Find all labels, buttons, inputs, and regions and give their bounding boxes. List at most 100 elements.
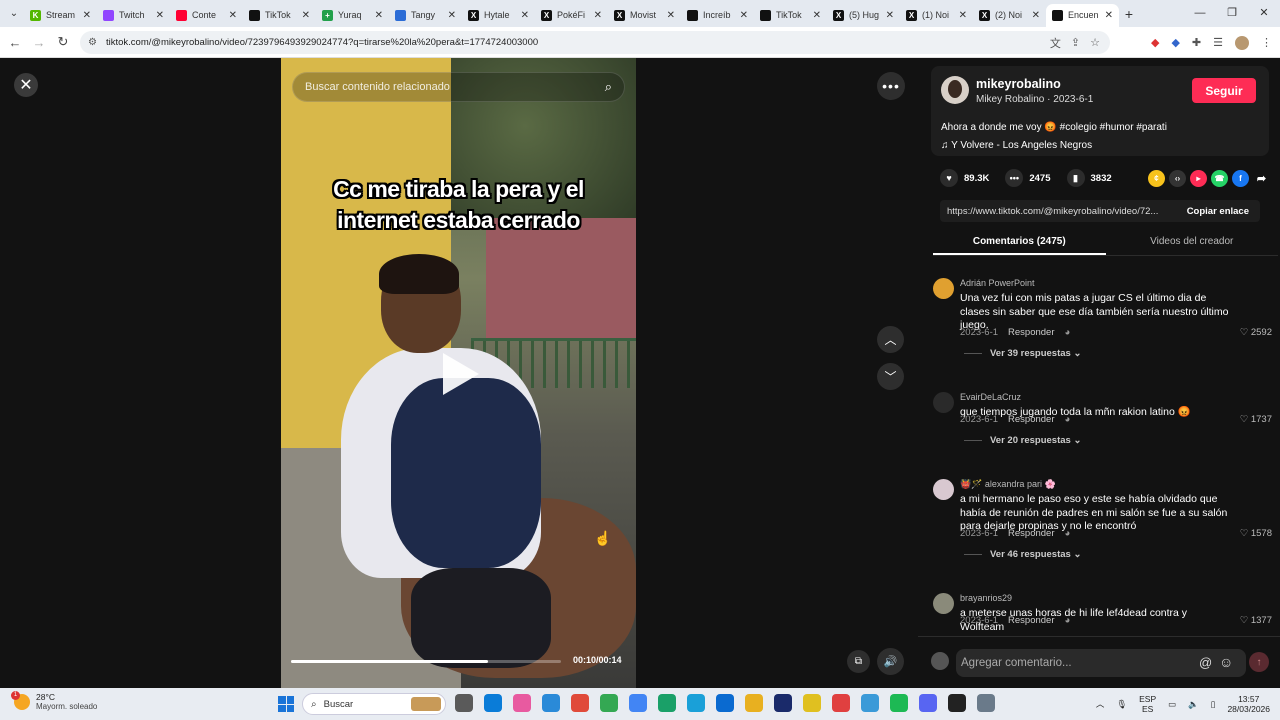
view-replies-button[interactable]: Ver 39 respuestas ⌄ <box>964 348 1081 359</box>
close-window-icon[interactable]: ✕ <box>1248 0 1280 27</box>
commenter-avatar[interactable] <box>933 593 954 614</box>
minimize-icon[interactable]: — <box>1184 0 1216 27</box>
commenter-name[interactable]: Adrián PowerPoint <box>960 278 1035 288</box>
tab-close-icon[interactable]: ✕ <box>375 10 383 21</box>
taskbar-app-icon[interactable] <box>687 694 705 712</box>
commenter-name[interactable]: brayanrios29 <box>960 593 1012 603</box>
new-tab-button[interactable]: + <box>1119 6 1139 22</box>
related-search-box[interactable]: ⌕ <box>292 72 625 102</box>
commenter-name[interactable]: EvairDeLaCruz <box>960 392 1021 402</box>
coin-icon[interactable]: ¢ <box>1148 169 1165 187</box>
taskbar-app-icon[interactable] <box>745 694 763 712</box>
comment-like[interactable]: ♡ 1377 <box>1240 615 1272 626</box>
commenter-avatar[interactable] <box>933 278 954 299</box>
play-icon[interactable] <box>443 353 479 395</box>
commenter-avatar[interactable] <box>933 479 954 500</box>
tab-close-icon[interactable]: ✕ <box>83 10 91 21</box>
taskbar-app-icon[interactable] <box>890 694 908 712</box>
browser-tab[interactable]: Tangy ✕ <box>389 4 462 27</box>
video-progress-bar[interactable] <box>291 660 561 663</box>
reload-icon[interactable]: ↻ <box>51 34 75 50</box>
clock[interactable]: 13:57 28/03/2026 <box>1227 694 1270 714</box>
embed-code-icon[interactable]: ‹› <box>1169 169 1186 187</box>
taskbar-app-icon[interactable] <box>803 694 821 712</box>
taskbar-app-icon[interactable] <box>832 694 850 712</box>
save-action[interactable]: ▮ 3832 <box>1066 169 1112 187</box>
video-player[interactable]: ⌕ Cc me tiraba la pera y el internet est… <box>281 58 636 688</box>
share-forward-icon[interactable]: ➦ <box>1253 170 1270 187</box>
tab-close-icon[interactable]: ✕ <box>740 10 748 21</box>
tab-close-icon[interactable]: ✕ <box>156 10 164 21</box>
share-link-url[interactable]: https://www.tiktok.com/@mikeyrobalino/vi… <box>940 206 1176 217</box>
browser-tab[interactable]: X PokéFi ✕ <box>535 4 608 27</box>
reply-button[interactable]: Responder <box>1008 414 1054 425</box>
music-track[interactable]: ♫ Y Volvere - Los Angeles Negros <box>941 140 1092 151</box>
tab-close-icon[interactable]: ✕ <box>448 10 456 21</box>
emoji-icon[interactable]: ☺ <box>1219 654 1233 670</box>
copy-link-button[interactable]: Copiar enlace <box>1176 206 1260 217</box>
heart-icon[interactable]: ♥ <box>940 169 958 187</box>
like-action[interactable]: ♥ 89.3K <box>940 169 989 187</box>
input-language[interactable]: ESP ES <box>1139 694 1156 714</box>
taskbar-app-icon[interactable] <box>571 694 589 712</box>
send-comment-button[interactable]: ↑ <box>1249 652 1269 672</box>
back-icon[interactable]: ← <box>3 35 27 50</box>
extensions-puzzle-icon[interactable]: ✚ <box>1192 36 1201 49</box>
forward-icon[interactable]: → <box>27 35 51 50</box>
comment-action[interactable]: ••• 2475 <box>1005 169 1051 187</box>
tab-comments[interactable]: Comentarios (2475) <box>933 228 1106 255</box>
mini-player-icon[interactable]: ⧉ <box>847 650 870 673</box>
view-replies-button[interactable]: Ver 20 respuestas ⌄ <box>964 435 1081 446</box>
comment-like[interactable]: ♡ 1737 <box>1240 414 1272 425</box>
reply-button[interactable]: Responder <box>1008 615 1054 626</box>
comment-like[interactable]: ♡ 1578 <box>1240 528 1272 539</box>
browser-tab[interactable]: TikTok ✕ <box>243 4 316 27</box>
creator-username[interactable]: mikeyrobalino <box>976 77 1061 91</box>
browser-tab[interactable]: Increíb ✕ <box>681 4 754 27</box>
more-options-button[interactable]: ••• <box>877 72 905 100</box>
follow-button[interactable]: Seguir <box>1192 78 1256 103</box>
install-app-icon[interactable]: ⇪ <box>1071 36 1080 49</box>
taskbar-app-icon[interactable] <box>774 694 792 712</box>
comments-list[interactable]: Adrián PowerPoint Una vez fui con mis pat… <box>918 266 1280 636</box>
browser-tab[interactable]: X Movist ✕ <box>608 4 681 27</box>
profile-avatar[interactable] <box>1235 35 1249 50</box>
view-replies-button[interactable]: Ver 46 respuestas ⌄ <box>964 549 1081 560</box>
taskbar-app-icon[interactable] <box>861 694 879 712</box>
taskbar-app-icon[interactable] <box>629 694 647 712</box>
tab-search-menu-icon[interactable]: ⌄ <box>4 4 24 24</box>
taskbar-app-icon[interactable] <box>484 694 502 712</box>
browser-tab[interactable]: X (1) Noi ✕ <box>900 4 973 27</box>
next-video-chevron-down-icon[interactable]: ﹀ <box>877 363 904 390</box>
browser-tab[interactable]: TikTok ✕ <box>754 4 827 27</box>
tab-close-icon[interactable]: ✕ <box>886 10 894 21</box>
close-video-button[interactable]: ✕ <box>14 73 38 97</box>
url-bar[interactable]: ⚙ tiktok.com/@mikeyrobalino/video/723979… <box>80 31 1110 54</box>
microphone-icon[interactable]: 🎙 <box>1116 699 1127 710</box>
taskbar-app-icon[interactable] <box>716 694 734 712</box>
taskbar-app-icon[interactable] <box>919 694 937 712</box>
tab-close-icon[interactable]: ✕ <box>229 10 237 21</box>
search-icon[interactable]: ⌕ <box>605 79 612 95</box>
tab-close-icon[interactable]: ✕ <box>1105 10 1113 21</box>
tab-close-icon[interactable]: ✕ <box>521 10 529 21</box>
comment-icon[interactable]: ••• <box>1005 169 1024 187</box>
volume-icon[interactable]: 🔊 <box>877 648 904 675</box>
browser-tab[interactable]: X Hytale ✕ <box>462 4 535 27</box>
battery-icon[interactable]: ▯ <box>1211 699 1216 710</box>
weather-widget[interactable]: 1 28°C Mayorm. soleado <box>11 690 97 711</box>
browser-tab[interactable]: X (2) Noi ✕ <box>973 4 1046 27</box>
facebook-icon[interactable]: f <box>1232 169 1249 187</box>
tab-close-icon[interactable]: ✕ <box>813 10 821 21</box>
taskbar-app-icon[interactable] <box>455 694 473 712</box>
browser-tab[interactable]: Twitch ✕ <box>97 4 170 27</box>
taskbar-app-icon[interactable] <box>948 694 966 712</box>
reading-list-icon[interactable]: ☰ <box>1213 36 1223 49</box>
reply-button[interactable]: Responder <box>1008 327 1054 338</box>
tab-close-icon[interactable]: ✕ <box>1032 10 1040 21</box>
taskbar-app-icon[interactable] <box>658 694 676 712</box>
bookmark-star-icon[interactable]: ☆ <box>1090 36 1100 49</box>
extension-icon[interactable]: ◆ <box>1171 36 1179 49</box>
tab-close-icon[interactable]: ✕ <box>667 10 675 21</box>
browser-tab[interactable]: X (5) Hug ✕ <box>827 4 900 27</box>
